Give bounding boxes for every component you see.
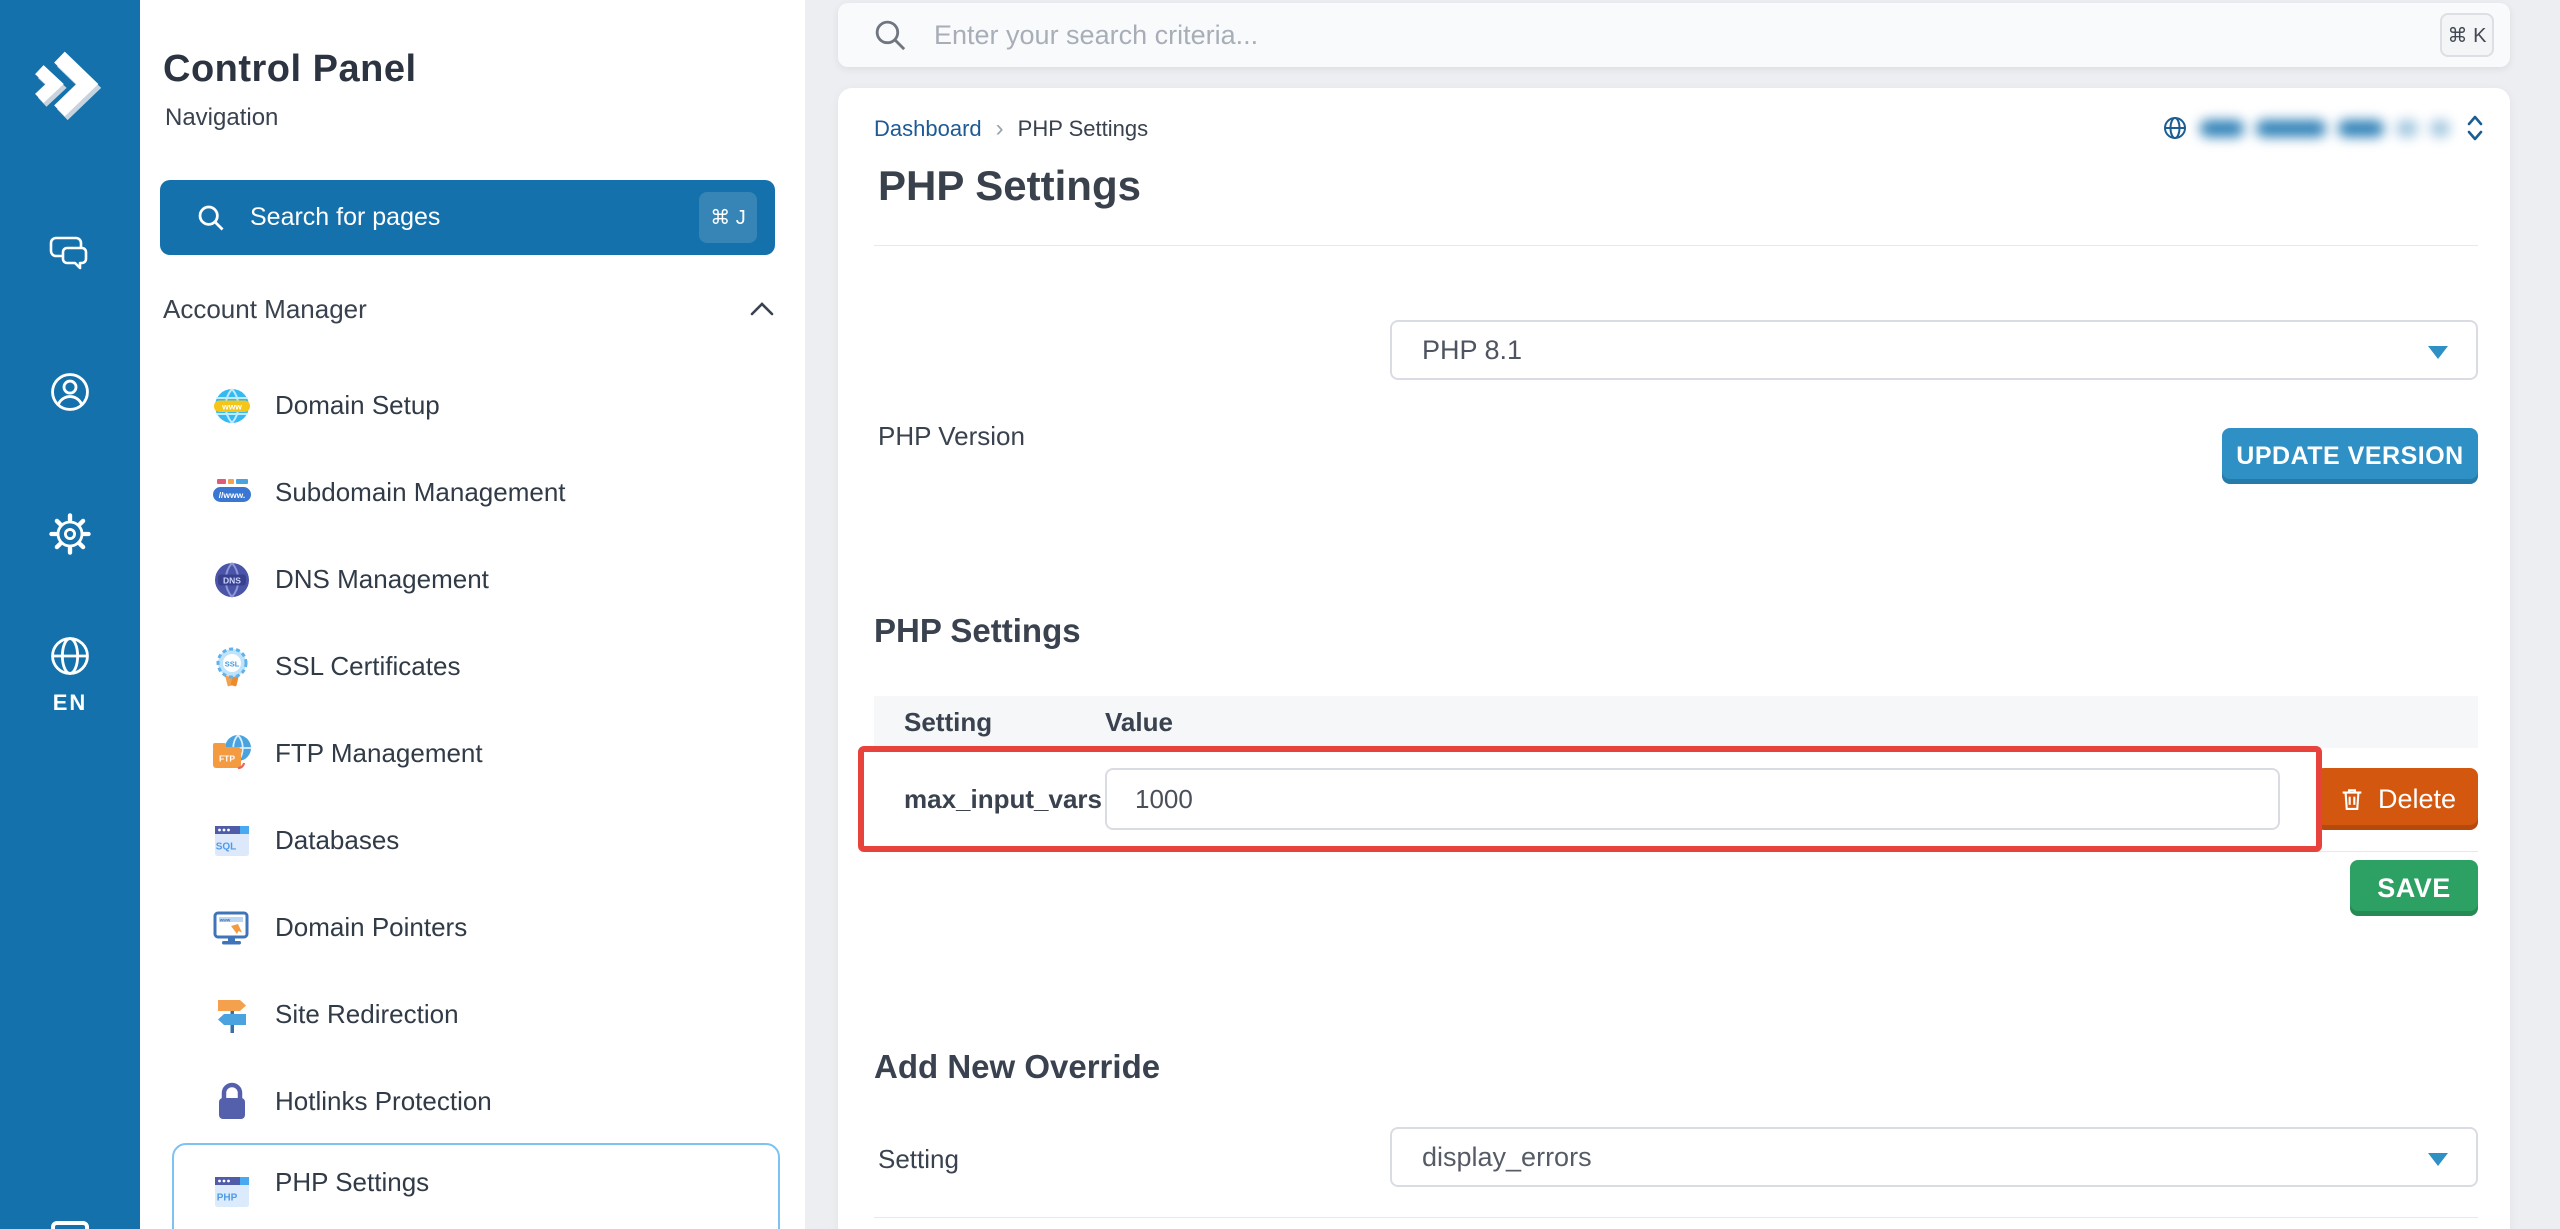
trash-icon [2338, 785, 2366, 813]
page-title: PHP Settings [878, 160, 1141, 212]
globe-icon [2162, 115, 2188, 141]
sidebar-search-button[interactable]: Search for pages ⌘ J [160, 180, 775, 255]
global-search-shortcut: ⌘ K [2440, 13, 2494, 57]
search-icon [196, 203, 226, 233]
unfold-selector-icon [2466, 113, 2484, 143]
globe-www-icon: www [207, 381, 257, 431]
sidebar-search-shortcut: ⌘ J [699, 192, 757, 243]
ftp-folder-icon: FTP [207, 729, 257, 779]
sidebar-item-subdomain-management[interactable]: //www. Subdomain Management [172, 449, 780, 536]
chevron-down-icon [2428, 346, 2448, 359]
svg-text:SQL: SQL [216, 841, 237, 852]
breadcrumb: Dashboard › PHP Settings [874, 114, 1148, 144]
sidebar-item-databases[interactable]: SQL Databases [172, 797, 780, 884]
sidebar-item-ftp-management[interactable]: FTP FTP Management [172, 710, 780, 797]
settings-section-title: PHP Settings [874, 610, 1081, 652]
masked-domain-text [2396, 120, 2418, 137]
svg-text:PHP: PHP [217, 1193, 238, 1204]
sidebar-item-label: PHP Settings [275, 1167, 429, 1198]
svg-text://www.: //www. [219, 489, 246, 499]
icon-rail: EN [0, 0, 140, 1229]
masked-domain-text [2200, 120, 2244, 137]
dns-globe-icon: DNS [207, 555, 257, 605]
settings-gear-icon[interactable] [0, 510, 140, 558]
masked-domain-text [2430, 120, 2450, 137]
bottom-divider [874, 1217, 2478, 1218]
padlock-icon [207, 1077, 257, 1127]
save-button[interactable]: SAVE [2350, 860, 2478, 916]
delete-button-label: Delete [2378, 784, 2456, 815]
setting-value-input[interactable] [1105, 768, 2280, 830]
domain-selector[interactable] [2162, 110, 2484, 146]
sidebar-item-label: DNS Management [275, 564, 489, 595]
account-icon[interactable] [0, 368, 140, 416]
language-globe-icon[interactable] [0, 632, 140, 680]
breadcrumb-dashboard-link[interactable]: Dashboard [874, 116, 982, 142]
php-version-value: PHP 8.1 [1422, 335, 1522, 366]
title-divider [874, 245, 2478, 246]
masked-domain-text [2256, 120, 2326, 137]
sidebar-item-label: Hotlinks Protection [275, 1086, 492, 1117]
navigation-sidebar: Control Panel Navigation Search for page… [140, 0, 805, 1229]
sidebar-item-php-settings[interactable]: PHP PHP Settings [172, 1143, 780, 1229]
search-icon [872, 17, 908, 53]
section-account-manager[interactable]: Account Manager [163, 292, 775, 326]
svg-text:DNS: DNS [223, 575, 241, 585]
override-setting-value: display_errors [1422, 1142, 1592, 1173]
sidebar-item-label: Domain Setup [275, 390, 440, 421]
sidebar-item-ssl-certificates[interactable]: SSL SSL Certificates [172, 623, 780, 710]
sidebar-item-label: Databases [275, 825, 399, 856]
sidebar-item-hotlinks-protection[interactable]: Hotlinks Protection [172, 1058, 780, 1145]
column-value: Value [1105, 707, 1173, 738]
ssl-badge-icon: SSL [207, 642, 257, 692]
breadcrumb-current: PHP Settings [1018, 116, 1148, 142]
sidebar-item-label: FTP Management [275, 738, 483, 769]
chevron-down-icon [2428, 1153, 2448, 1166]
svg-text:www: www [221, 401, 242, 411]
support-chat-icon[interactable] [0, 230, 140, 276]
svg-text:FTP: FTP [219, 753, 235, 763]
add-override-section-title: Add New Override [874, 1046, 1160, 1088]
override-setting-select[interactable]: display_errors [1390, 1127, 2478, 1187]
main-content-card: Dashboard › PHP Settings PHP Settings PH… [838, 88, 2510, 1229]
global-search-input[interactable] [934, 20, 2440, 51]
svg-text:www: www [219, 917, 231, 922]
table-header: Setting Value [874, 696, 2478, 748]
setting-name: max_input_vars [904, 784, 1102, 815]
sidebar-item-label: Site Redirection [275, 999, 459, 1030]
sidebar-item-label: SSL Certificates [275, 651, 460, 682]
column-setting: Setting [904, 707, 1104, 738]
override-setting-label: Setting [878, 1144, 959, 1175]
sidebar-item-site-redirection[interactable]: Site Redirection [172, 971, 780, 1058]
subdomain-icon: //www. [207, 468, 257, 518]
table-row: max_input_vars [874, 748, 2478, 852]
sidebar-item-label: Subdomain Management [275, 477, 566, 508]
php-window-icon: PHP [207, 1167, 257, 1217]
partial-bottom-icon[interactable] [51, 1221, 89, 1229]
delete-button[interactable]: Delete [2316, 768, 2478, 830]
signpost-icon [207, 990, 257, 1040]
sql-window-icon: SQL [207, 816, 257, 866]
panel-title: Control Panel [163, 48, 417, 91]
chevron-up-icon [749, 301, 775, 317]
php-version-select[interactable]: PHP 8.1 [1390, 320, 2478, 380]
global-search-bar: ⌘ K [838, 3, 2510, 67]
panel-subtitle: Navigation [165, 104, 278, 132]
sidebar-search-label: Search for pages [250, 203, 440, 232]
php-version-label: PHP Version [878, 421, 1025, 452]
sidebar-items: www Domain Setup //www. Subdomain Manage… [140, 362, 805, 1229]
masked-domain-text [2338, 120, 2384, 137]
directadmin-logo[interactable] [24, 38, 116, 130]
breadcrumb-separator: › [996, 115, 1004, 143]
update-version-button[interactable]: UPDATE VERSION [2222, 428, 2478, 484]
svg-text:SSL: SSL [225, 659, 240, 668]
sidebar-item-domain-pointers[interactable]: www Domain Pointers [172, 884, 780, 971]
sidebar-item-label: Domain Pointers [275, 912, 467, 943]
section-label: Account Manager [163, 294, 367, 325]
language-code-label: EN [0, 690, 140, 716]
monitor-icon: www [207, 903, 257, 953]
sidebar-item-domain-setup[interactable]: www Domain Setup [172, 362, 780, 449]
sidebar-item-dns-management[interactable]: DNS DNS Management [172, 536, 780, 623]
